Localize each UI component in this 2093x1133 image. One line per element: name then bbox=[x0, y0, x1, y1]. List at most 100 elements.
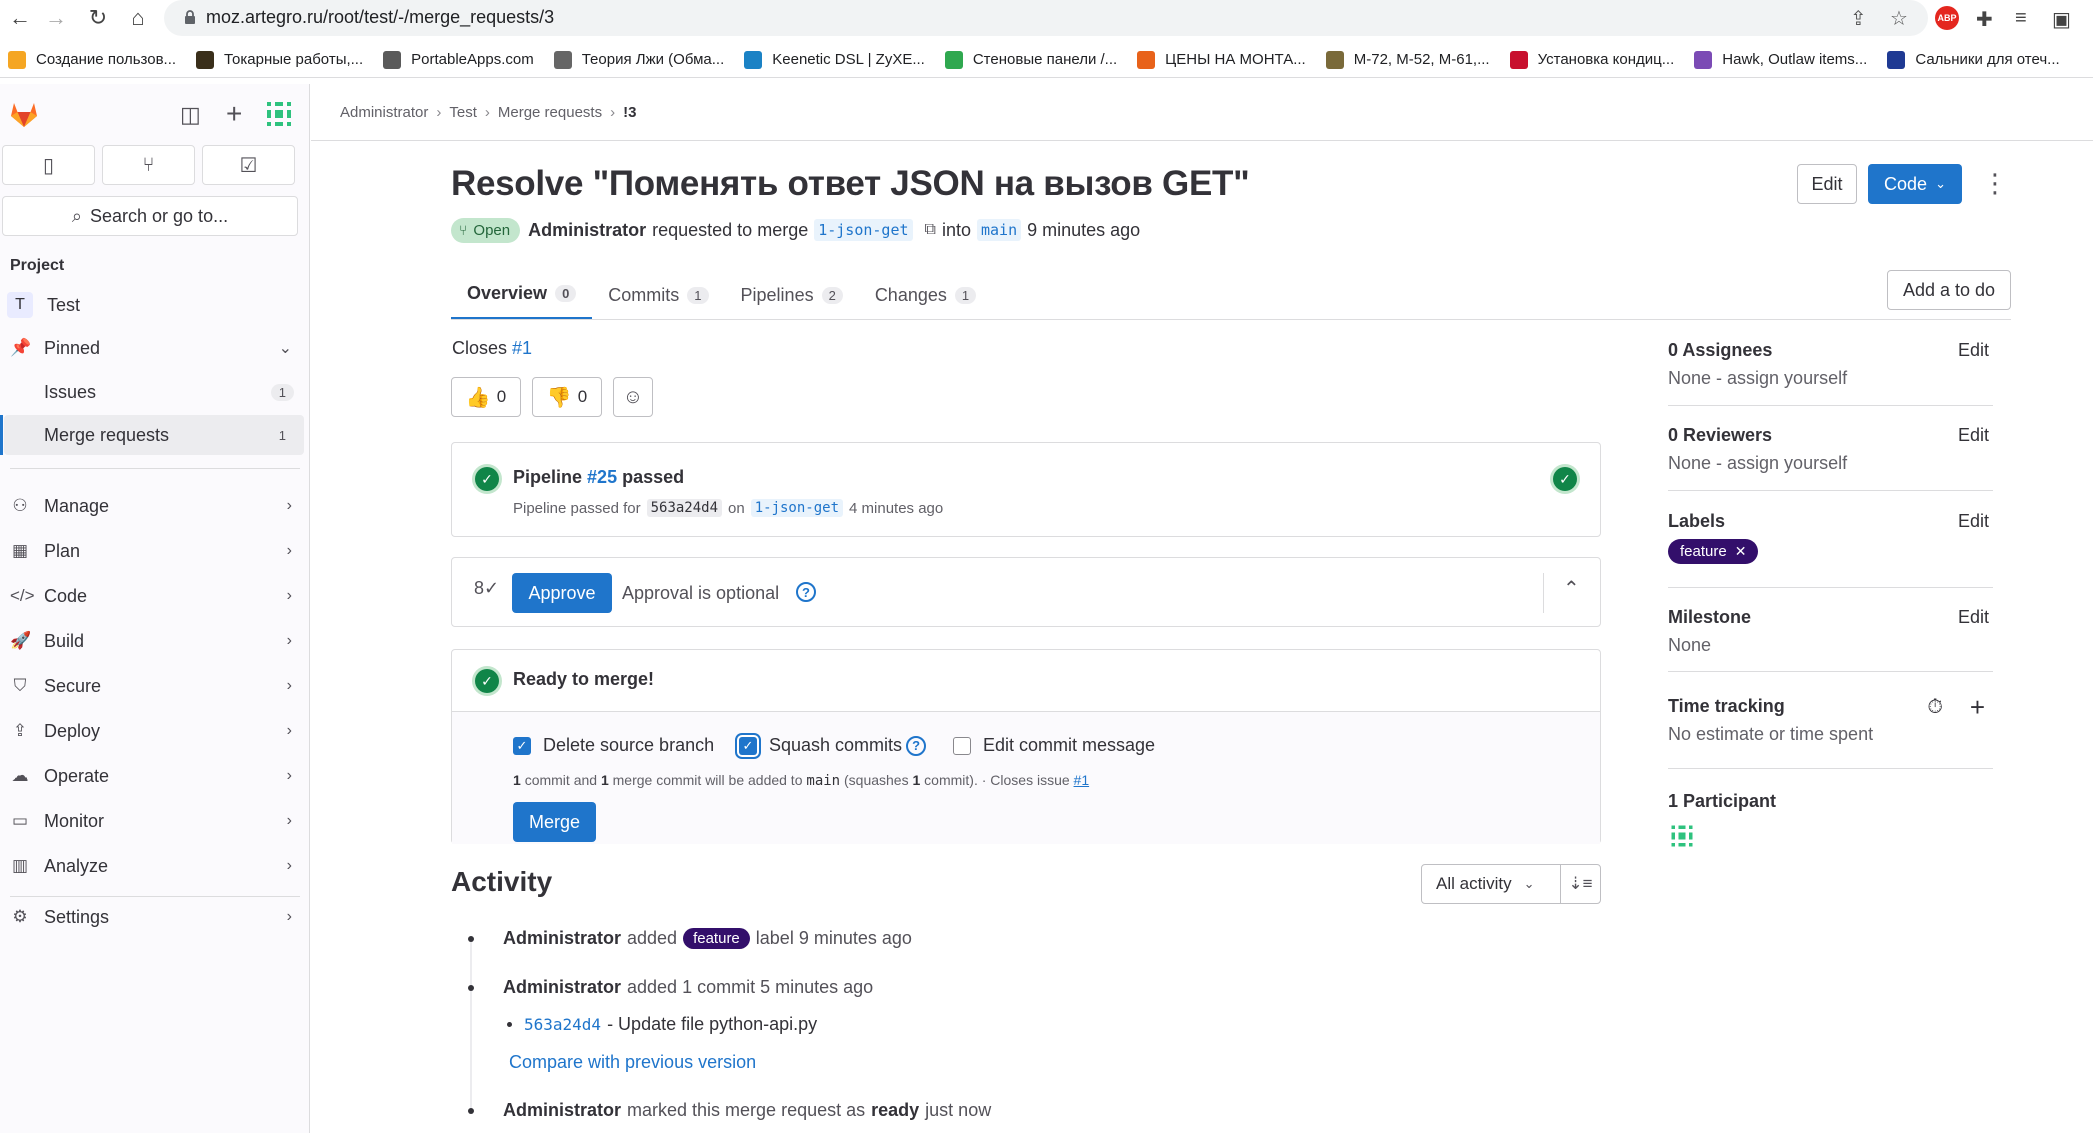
sidebar-item-plan[interactable]: ▦ Plan › bbox=[4, 531, 304, 571]
code-dropdown-button[interactable]: Code ⌄ bbox=[1868, 164, 1962, 204]
activity-author[interactable]: Administrator bbox=[503, 977, 621, 998]
edit-reviewers-button[interactable]: Edit bbox=[1958, 425, 1989, 446]
sidebar-item-manage[interactable]: ⚇ Manage › bbox=[4, 486, 304, 526]
sidebar-item-build[interactable]: 🚀 Build › bbox=[4, 621, 304, 661]
edit-labels-button[interactable]: Edit bbox=[1958, 511, 1989, 532]
breadcrumb-item[interactable]: Test bbox=[449, 104, 477, 121]
search-button[interactable]: ⌕ Search or go to... bbox=[2, 196, 298, 236]
approve-button[interactable]: Approve bbox=[512, 573, 612, 613]
bookmark-item[interactable]: Создание пользов... bbox=[8, 50, 176, 69]
source-branch[interactable]: 1-json-get bbox=[814, 219, 913, 241]
issue-link[interactable]: #1 bbox=[1074, 772, 1090, 788]
activity-author[interactable]: Administrator bbox=[503, 928, 621, 949]
bookmark-item[interactable]: Сальники для отеч... bbox=[1887, 50, 2060, 69]
target-branch[interactable]: main bbox=[977, 219, 1022, 241]
user-avatar[interactable] bbox=[263, 98, 295, 130]
sidebar-item-monitor[interactable]: ▭ Monitor › bbox=[4, 801, 304, 841]
activity-author[interactable]: Administrator bbox=[503, 1100, 621, 1121]
question-icon[interactable]: ? bbox=[796, 582, 816, 602]
add-todo-button[interactable]: Add a to do bbox=[1887, 270, 2011, 310]
tab-overview[interactable]: Overview 0 bbox=[451, 270, 593, 320]
todos-counter[interactable]: ☑ bbox=[202, 145, 295, 185]
bookmark-item[interactable]: Теория Лжи (Обма... bbox=[553, 50, 724, 69]
author-name[interactable]: Administrator bbox=[528, 220, 646, 241]
label-badge[interactable]: feature bbox=[683, 928, 750, 949]
bookmark-item[interactable]: Keenetic DSL | ZyXE... bbox=[744, 50, 925, 69]
breadcrumb-item[interactable]: Merge requests bbox=[498, 104, 602, 121]
question-icon[interactable]: ? bbox=[906, 735, 927, 756]
sidebar-item-deploy[interactable]: ⇪ Deploy › bbox=[4, 711, 304, 751]
bookmark-item[interactable]: Hawk, Outlaw items... bbox=[1694, 50, 1867, 69]
sidebar-item-merge-requests[interactable]: Merge requests 1 bbox=[0, 415, 304, 455]
back-icon[interactable]: ← bbox=[6, 4, 34, 32]
squash-commits-checkbox[interactable]: ✓ Squash commits ? bbox=[739, 735, 927, 756]
compare-version-link[interactable]: Compare with previous version bbox=[509, 1052, 756, 1073]
sidebar-item-pinned[interactable]: 📌 Pinned ⌄ bbox=[4, 328, 304, 368]
sidebar-item-secure[interactable]: ⛉ Secure › bbox=[4, 666, 304, 706]
bookmark-item[interactable]: Токарные работы,... bbox=[196, 50, 363, 69]
delete-source-branch-checkbox[interactable]: ✓ Delete source branch bbox=[513, 735, 714, 756]
bookmark-item[interactable]: ЦЕНЫ НА МОНТА... bbox=[1137, 50, 1306, 69]
extensions-icon[interactable]: ✚ bbox=[1976, 7, 1993, 32]
chevron-up-icon[interactable]: ⌃ bbox=[1563, 576, 1580, 601]
create-new-icon[interactable]: + bbox=[226, 98, 242, 130]
close-icon[interactable]: ✕ bbox=[1735, 543, 1747, 560]
reviewers-value[interactable]: None - assign yourself bbox=[1668, 453, 1993, 474]
status-success-icon[interactable]: ✓ bbox=[475, 467, 499, 491]
gitlab-logo-icon[interactable] bbox=[8, 98, 40, 130]
bookmark-item[interactable]: Стеновые панели /... bbox=[944, 50, 1117, 69]
edit-milestone-button[interactable]: Edit bbox=[1958, 607, 1989, 628]
timer-icon[interactable]: ⏱ bbox=[1927, 696, 1943, 719]
pipeline-stage-success-icon[interactable]: ✓ bbox=[1553, 467, 1577, 491]
sidebar-item-project[interactable]: T Test bbox=[4, 285, 304, 325]
side-panel-icon[interactable]: ▣ bbox=[2052, 7, 2071, 32]
address-bar[interactable]: moz.artegro.ru/root/test/-/merge_request… bbox=[164, 0, 1928, 36]
sort-direction-button[interactable]: ⇣≡ bbox=[1560, 864, 1601, 904]
pipeline-link[interactable]: #25 bbox=[587, 467, 617, 487]
thumbs-down-button[interactable]: 👎 0 bbox=[532, 377, 602, 417]
merge-requests-counter[interactable]: ⑂ bbox=[102, 145, 195, 185]
activity-filter-dropdown[interactable]: All activity ⌄ bbox=[1421, 864, 1561, 904]
tab-pipelines[interactable]: Pipelines 2 bbox=[725, 270, 859, 320]
issue-link[interactable]: #1 bbox=[512, 338, 532, 358]
add-time-icon[interactable]: + bbox=[1970, 692, 1985, 723]
edit-button[interactable]: Edit bbox=[1797, 164, 1857, 204]
bookmark-item[interactable]: PortableApps.com bbox=[383, 50, 534, 69]
home-icon[interactable]: ⌂ bbox=[124, 4, 152, 32]
adblock-extension-icon[interactable]: ABP bbox=[1935, 6, 1959, 30]
edit-assignees-button[interactable]: Edit bbox=[1958, 340, 1989, 361]
breadcrumb-item[interactable]: Administrator bbox=[340, 104, 428, 121]
sidebar-item-analyze[interactable]: ▥ Analyze › bbox=[4, 846, 304, 886]
pipeline-branch[interactable]: 1-json-get bbox=[750, 499, 844, 517]
commit-sha[interactable]: 563a24d4 bbox=[646, 499, 723, 517]
more-actions-icon[interactable]: ⋮ bbox=[1982, 168, 2008, 199]
checkbox-checked-icon[interactable]: ✓ bbox=[513, 736, 531, 755]
edit-commit-message-checkbox[interactable]: Edit commit message bbox=[953, 735, 1155, 756]
sidebar-item-code[interactable]: </> Code › bbox=[4, 576, 304, 616]
copy-icon[interactable]: ⧉ bbox=[925, 221, 936, 239]
reading-list-icon[interactable]: ≡ bbox=[2015, 7, 2027, 30]
label-badge[interactable]: feature ✕ bbox=[1668, 539, 1759, 564]
add-reaction-button[interactable]: ☺ bbox=[613, 377, 653, 417]
forward-icon[interactable]: → bbox=[42, 4, 70, 32]
assigned-issues-counter[interactable]: ▯ bbox=[2, 145, 95, 185]
reload-icon[interactable]: ↻ bbox=[84, 4, 112, 32]
sidebar-item-operate[interactable]: ☁ Operate › bbox=[4, 756, 304, 796]
bookmark-item[interactable]: М-72, М-52, М-61,... bbox=[1325, 50, 1490, 69]
sidebar-toggle-icon[interactable]: ◫ bbox=[180, 102, 201, 128]
bookmark-star-icon[interactable]: ☆ bbox=[1890, 6, 1908, 31]
share-icon[interactable]: ⇪ bbox=[1850, 6, 1867, 31]
commit-sha-link[interactable]: 563a24d4 bbox=[524, 1015, 601, 1034]
checkbox-unchecked-icon[interactable] bbox=[953, 736, 971, 755]
bookmark-item[interactable]: Установка кондиц... bbox=[1509, 50, 1674, 69]
checkbox-checked-icon[interactable]: ✓ bbox=[739, 736, 757, 755]
merge-button[interactable]: Merge bbox=[513, 802, 596, 842]
assignees-value[interactable]: None - assign yourself bbox=[1668, 368, 1993, 389]
breadcrumb-current[interactable]: !3 bbox=[623, 104, 636, 121]
tab-changes[interactable]: Changes 1 bbox=[859, 270, 992, 320]
sidebar-item-issues[interactable]: Issues 1 bbox=[4, 372, 304, 412]
thumbs-up-button[interactable]: 👍 0 bbox=[451, 377, 521, 417]
sidebar-item-settings[interactable]: ⚙ Settings › bbox=[4, 897, 304, 937]
tab-commits[interactable]: Commits 1 bbox=[592, 270, 724, 320]
participant-avatar[interactable] bbox=[1668, 822, 1696, 850]
